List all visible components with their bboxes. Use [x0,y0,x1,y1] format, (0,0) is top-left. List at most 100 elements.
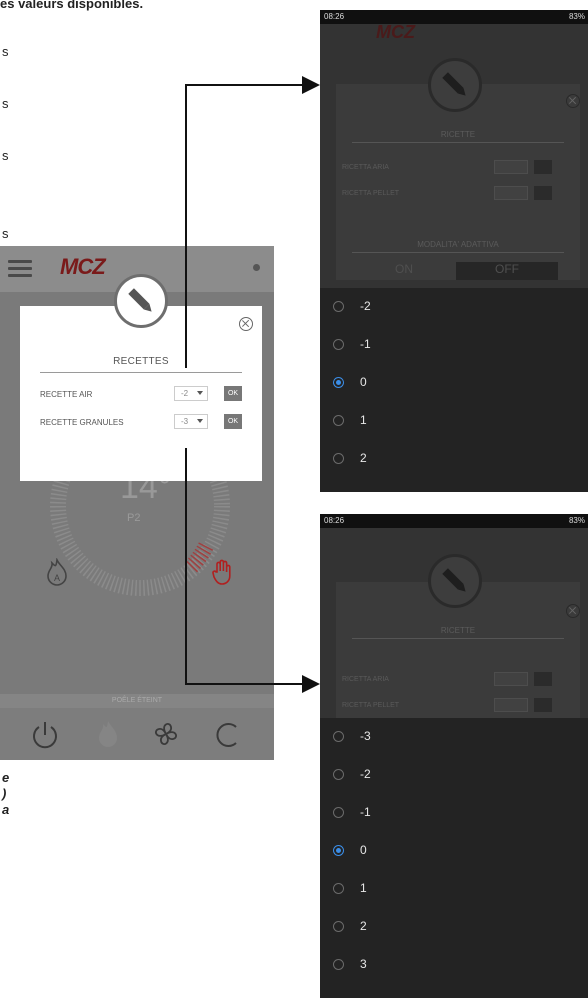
option-label: 3 [360,957,367,971]
menu-icon[interactable] [8,260,32,278]
radio-icon[interactable] [333,453,344,464]
radio-icon[interactable] [333,959,344,970]
status-time: 08:26 [324,12,345,21]
arrow-right-icon [302,76,320,94]
pencil-icon [428,554,482,608]
card-title: RICETTE [440,130,476,139]
recipe-pellet-ok-button[interactable] [534,698,552,712]
options-list: -3 -2 -1 0 1 2 3 [320,718,588,998]
radio-selected-icon[interactable] [333,377,344,388]
connector-line [185,683,305,685]
svg-text:A: A [54,573,60,583]
doc-fragment: s [2,96,9,111]
status-dot-icon [253,264,260,271]
refresh-icon[interactable] [214,720,244,750]
radio-icon[interactable] [333,301,344,312]
list-item[interactable]: 2 [320,440,588,478]
power-icon[interactable] [30,720,60,750]
option-label: -1 [360,805,371,819]
doc-fragment: s [2,226,9,241]
pencil-icon [114,274,168,328]
radio-icon[interactable] [333,769,344,780]
mcz-logo: MCZ [60,254,106,279]
stove-status: POÊLE ÉTEINT [0,694,274,708]
phone-screen-air: 08:26 83% MCZ RICETTE RICETTA ARIA RICET… [320,10,588,492]
flame-icon[interactable] [94,718,122,750]
status-bar: 08:26 83% [320,10,588,24]
recipe-air-label: RICETTA ARIA [342,164,389,171]
recipe-air-select[interactable]: -2 [174,386,208,401]
doc-fragment: s [2,44,9,59]
list-item[interactable]: -3 [320,718,588,756]
manual-hand-icon[interactable] [210,558,236,586]
adaptive-on-button[interactable]: ON [356,262,452,280]
list-item[interactable]: -2 [320,756,588,794]
radio-icon[interactable] [333,883,344,894]
list-item[interactable]: -1 [320,326,588,364]
recipe-air-select[interactable] [494,672,528,686]
list-item[interactable]: -2 [320,288,588,326]
program-label: P2 [127,512,141,524]
option-label: 0 [360,375,367,389]
recipe-air-ok-button[interactable] [534,160,552,174]
status-bar: 08:26 83% [320,514,588,528]
list-item[interactable]: 3 [320,946,588,984]
auto-flame-icon[interactable]: A [44,558,70,586]
connector-line [185,84,305,86]
connector-line [185,448,187,684]
fan-icon[interactable] [150,718,182,750]
list-item[interactable]: 0 [320,832,588,870]
recipe-pellet-select[interactable] [494,186,528,200]
battery-level: 83% [568,12,585,21]
recipe-pellet-label: RICETTA PELLET [342,190,400,197]
list-item[interactable]: 0 [320,364,588,402]
pencil-icon [428,58,482,112]
arrow-right-icon [302,675,320,693]
recipe-pellet-select[interactable]: -3 [174,414,208,429]
recipe-pellet-ok-button[interactable]: OK [224,414,242,429]
chevron-down-icon [197,419,203,423]
doc-italic-line: a [2,802,10,817]
option-label: -2 [360,299,371,313]
list-item[interactable]: 1 [320,870,588,908]
radio-selected-icon[interactable] [333,845,344,856]
recipe-air-ok-button[interactable] [534,672,552,686]
recipe-air-value: -2 [181,389,189,398]
option-label: -3 [360,729,371,743]
list-item[interactable]: 1 [320,402,588,440]
dialog-title: RECETTES [113,356,169,367]
card-title: RICETTE [440,626,476,635]
chevron-down-icon [197,391,203,395]
connector-line [185,84,187,368]
option-label: 2 [360,451,367,465]
mcz-logo: MCZ [376,22,415,42]
radio-icon[interactable] [333,921,344,932]
option-label: -1 [360,337,371,351]
list-item[interactable]: -1 [320,794,588,832]
list-item[interactable]: 2 [320,908,588,946]
divider [352,638,564,639]
option-label: 1 [360,413,367,427]
doc-fragment: s [2,148,9,163]
recipe-air-select[interactable] [494,160,528,174]
dimmed-background: RICETTE RICETTA ARIA RICETTA PELLET [320,528,588,718]
radio-icon[interactable] [333,807,344,818]
divider [352,252,564,253]
radio-icon[interactable] [333,415,344,426]
recipe-pellet-select[interactable] [494,698,528,712]
radio-icon[interactable] [333,339,344,350]
doc-italic-line: e [2,770,10,785]
close-icon[interactable] [566,94,580,108]
divider [40,372,242,373]
recipe-air-ok-button[interactable]: OK [224,386,242,401]
recipe-pellet-ok-button[interactable] [534,186,552,200]
phone-screen-pellet: 08:26 83% RICETTE RICETTA ARIA RICETTA P… [320,514,588,998]
battery-level: 83% [568,516,585,525]
close-icon[interactable] [566,604,580,618]
recettes-dialog: RECETTES RECETTE AIR -2 OK RECETTE GRANU… [20,306,262,481]
radio-icon[interactable] [333,731,344,742]
adaptive-off-button[interactable]: OFF [456,262,558,280]
option-label: 2 [360,919,367,933]
recipe-pellet-label: RECETTE GRANULES [40,418,124,427]
close-icon[interactable] [239,317,253,331]
